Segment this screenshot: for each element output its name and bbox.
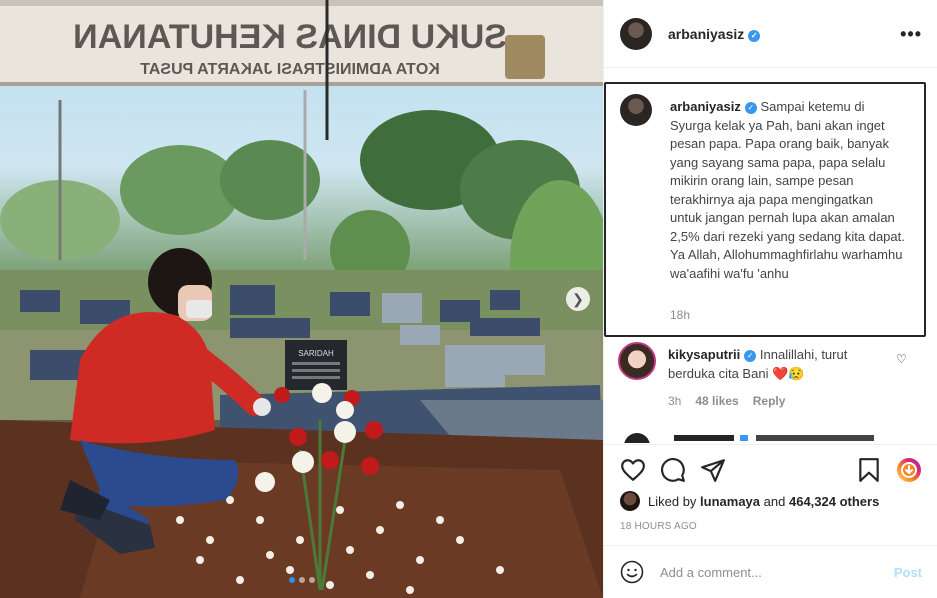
comment-username[interactable]: kikysaputrii xyxy=(668,347,740,362)
more-options-icon[interactable]: ••• xyxy=(900,24,922,45)
caption: arbaniyasiz ✓ Sampai ketemu di Syurga kel… xyxy=(604,82,926,337)
caption-username[interactable]: arbaniyasiz xyxy=(670,99,741,114)
comment-reply-button[interactable]: Reply xyxy=(753,394,786,408)
next-comment-partial xyxy=(618,433,928,443)
commenter-avatar xyxy=(624,433,650,443)
verified-badge-icon: ✓ xyxy=(744,102,757,114)
banner-logo xyxy=(505,35,545,79)
post-photo: SUKU DINAS KEHUTANAN KOTA ADMINISTRASI J… xyxy=(0,0,603,598)
post-side-panel: arbaniyasiz ✓ ••• arbaniyasiz ✓ Sampai ket… xyxy=(603,0,937,598)
comment-likes[interactable]: 48 likes xyxy=(695,394,738,408)
liked-by-prefix: Liked by xyxy=(648,493,697,509)
carousel-dot xyxy=(289,577,295,583)
liker-avatar xyxy=(620,491,640,511)
repost-icon[interactable] xyxy=(896,457,922,483)
chevron-right-icon: ❯ xyxy=(572,290,584,307)
comment-meta: 3h 48 likes Reply xyxy=(668,394,785,408)
liked-by-user[interactable]: lunamaya xyxy=(700,494,760,509)
action-bar xyxy=(604,444,937,494)
paper-plane-icon[interactable] xyxy=(700,457,726,483)
liked-by-count[interactable]: 464,324 others xyxy=(789,494,879,509)
comment-icon[interactable] xyxy=(660,457,686,483)
comment-like-heart-icon[interactable]: ♡ xyxy=(896,352,907,366)
verified-badge-icon: ✓ xyxy=(748,29,761,42)
comment-input[interactable] xyxy=(660,564,880,580)
carousel-dot xyxy=(299,577,305,583)
carousel-indicator xyxy=(289,577,315,583)
grave-sign-name: SARIDAH xyxy=(298,349,334,358)
banner-text-1: SUKU DINAS KEHUTANAN xyxy=(73,18,507,56)
next-photo-button[interactable]: ❯ xyxy=(566,287,590,311)
comment-item: kikysaputrii ✓ Innalillahi, turut berduka… xyxy=(604,342,937,432)
author-username[interactable]: arbaniyasiz ✓ xyxy=(668,26,761,42)
emoji-icon[interactable] xyxy=(620,560,644,584)
post-header: arbaniyasiz ✓ ••• xyxy=(604,0,937,68)
caption-text: arbaniyasiz ✓ Sampai ketemu di Syurga kel… xyxy=(670,98,906,283)
heart-icon[interactable] xyxy=(620,457,646,483)
author-avatar[interactable] xyxy=(620,17,652,50)
commenter-avatar[interactable] xyxy=(618,342,656,380)
add-comment-bar: Post xyxy=(604,545,937,598)
comment-time: 3h xyxy=(668,394,682,408)
post-timestamp[interactable]: 18 HOURS AGO xyxy=(620,521,697,532)
verified-badge-icon: ✓ xyxy=(744,350,757,362)
caption-body: Sampai ketemu di Syurga kelak ya Pah, ba… xyxy=(670,99,905,281)
comment-text: kikysaputrii ✓ Innalillahi, turut berduka… xyxy=(668,346,888,383)
photo-illustration: SUKU DINAS KEHUTANAN KOTA ADMINISTRASI J… xyxy=(0,0,603,598)
liked-by-and: and xyxy=(763,493,786,509)
banner-text-2: KOTA ADMINISTRASI JAKARTA PUSAT xyxy=(140,61,440,78)
caption-time: 18h xyxy=(670,308,691,322)
post-comment-button[interactable]: Post xyxy=(894,565,922,580)
carousel-dot xyxy=(309,577,315,583)
comment-emojis: ❤️😥 xyxy=(772,365,805,381)
truncated-comment-text xyxy=(674,435,874,441)
bookmark-icon[interactable] xyxy=(856,457,882,483)
caption-avatar[interactable] xyxy=(620,94,652,126)
liked-by: Liked by lunamaya and 464,324 others xyxy=(620,491,879,511)
